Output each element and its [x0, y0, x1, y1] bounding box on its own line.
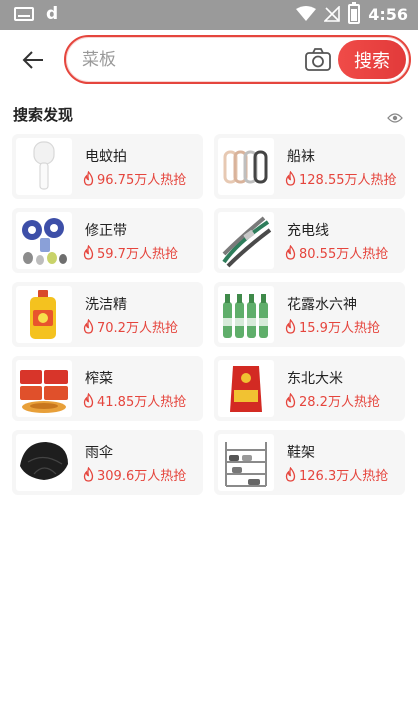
battery-icon	[348, 2, 361, 24]
correction-tape-image	[22, 218, 67, 265]
item-title: 花露水六神	[287, 297, 357, 313]
charging-cable-image	[222, 216, 272, 268]
item-title: 榨菜	[85, 371, 113, 387]
discover-item[interactable]: 洗洁精 70.2万人热抢	[12, 282, 203, 347]
discover-item[interactable]: 鞋架 126.3万人热抢	[214, 430, 405, 495]
discover-item[interactable]: 电蚊拍 96.75万人热抢	[12, 134, 203, 199]
hot-count: 80.55万人热抢	[299, 246, 389, 262]
camera-button[interactable]	[304, 47, 332, 73]
discover-item[interactable]: 修正带 59.7万人热抢	[12, 208, 203, 273]
product-image	[218, 360, 274, 417]
discover-item[interactable]: 船袜 128.55万人热抢	[214, 134, 405, 199]
hot-row: 41.85万人热抢	[82, 391, 203, 409]
item-title: 电蚊拍	[85, 149, 127, 165]
hot-row: 128.55万人热抢	[284, 169, 405, 187]
eye-icon	[387, 113, 403, 123]
hot-row: 28.2万人热抢	[284, 391, 405, 409]
discover-grid: 电蚊拍 96.75万人热抢 船袜 128.55万人热抢 修正带 59.7万人热抢…	[12, 134, 407, 495]
hot-row: 309.6万人热抢	[82, 465, 203, 483]
mosquito-swatter-image	[33, 141, 55, 190]
product-image	[16, 138, 72, 195]
flame-icon	[83, 170, 94, 186]
item-title: 船袜	[287, 149, 315, 165]
hot-count: 41.85万人热抢	[97, 394, 187, 410]
rice-bag-image	[230, 366, 262, 412]
keyboard-icon	[14, 7, 34, 21]
flame-icon	[285, 170, 296, 186]
discover-item[interactable]: 榨菜 41.85万人热抢	[12, 356, 203, 421]
dish-soap-image	[30, 290, 56, 339]
hot-row: 59.7万人热抢	[82, 243, 203, 261]
flame-icon	[83, 392, 94, 408]
status-time: 4:56	[368, 4, 408, 24]
search-input[interactable]	[82, 45, 292, 75]
item-title: 修正带	[85, 223, 127, 239]
search-header: 搜索	[0, 30, 418, 90]
item-title: 鞋架	[287, 445, 315, 461]
product-image	[16, 434, 72, 491]
hot-count: 15.9万人热抢	[299, 320, 380, 336]
hot-count: 128.55万人热抢	[299, 172, 397, 188]
eye-toggle-button[interactable]	[387, 109, 403, 123]
arrow-left-icon	[22, 51, 43, 69]
hot-row: 15.9万人热抢	[284, 317, 405, 335]
hot-count: 70.2万人热抢	[97, 320, 178, 336]
discover-item[interactable]: 充电线 80.55万人热抢	[214, 208, 405, 273]
status-right: 4:56	[296, 2, 408, 24]
product-image	[16, 286, 72, 343]
product-image	[218, 286, 274, 343]
hot-count: 309.6万人热抢	[97, 468, 187, 484]
flame-icon	[83, 244, 94, 260]
signal-off-icon	[324, 6, 341, 22]
hot-row: 70.2万人热抢	[82, 317, 203, 335]
flame-icon	[285, 318, 296, 334]
hot-count: 126.3万人热抢	[299, 468, 389, 484]
back-button[interactable]	[18, 44, 50, 76]
hot-row: 96.75万人热抢	[82, 169, 203, 187]
flame-icon	[285, 244, 296, 260]
pickled-mustard-image	[20, 370, 68, 413]
search-box: 搜索	[64, 35, 411, 84]
app-notification-icon: d	[46, 4, 59, 24]
status-left: d	[14, 5, 58, 23]
flame-icon	[285, 392, 296, 408]
flame-icon	[83, 318, 94, 334]
flame-icon	[285, 466, 296, 482]
shoe-rack-image	[225, 442, 267, 487]
hot-count: 96.75万人热抢	[97, 172, 187, 188]
discover-item[interactable]: 花露水六神 15.9万人热抢	[214, 282, 405, 347]
item-title: 充电线	[287, 223, 329, 239]
product-image	[218, 434, 274, 491]
hot-count: 59.7万人热抢	[97, 246, 178, 262]
hot-row: 80.55万人热抢	[284, 243, 405, 261]
discover-item[interactable]: 东北大米 28.2万人热抢	[214, 356, 405, 421]
item-title: 东北大米	[287, 371, 343, 387]
discover-item[interactable]: 雨伞 309.6万人热抢	[12, 430, 203, 495]
item-title: 洗洁精	[85, 297, 127, 313]
hot-count: 28.2万人热抢	[299, 394, 380, 410]
product-image	[218, 212, 274, 269]
discover-title: 搜索发现	[13, 106, 74, 124]
flame-icon	[83, 466, 94, 482]
wifi-icon	[296, 6, 317, 21]
discover-header: 搜索发现	[0, 100, 418, 130]
product-image	[16, 360, 72, 417]
boat-socks-image	[223, 150, 268, 184]
camera-icon	[305, 48, 331, 71]
florida-water-image	[223, 294, 268, 338]
product-image	[16, 212, 72, 269]
search-button[interactable]: 搜索	[338, 40, 406, 79]
product-image	[218, 138, 274, 195]
item-title: 雨伞	[85, 445, 113, 461]
hot-row: 126.3万人热抢	[284, 465, 405, 483]
status-bar: d 4:56	[0, 0, 418, 30]
umbrella-image	[20, 442, 68, 480]
